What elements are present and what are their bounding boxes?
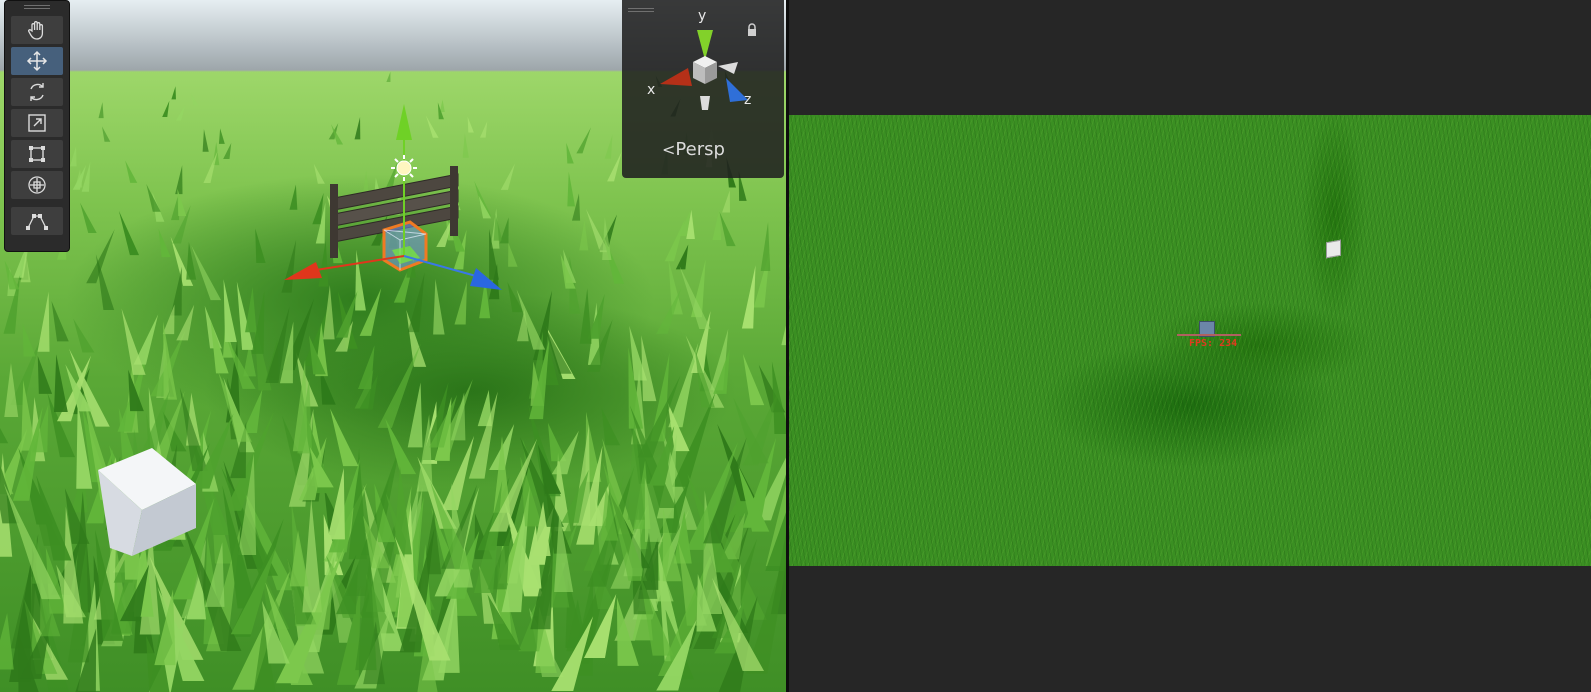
white-cube-object[interactable] bbox=[92, 448, 204, 566]
z-axis-handle bbox=[470, 268, 502, 290]
move-arrows-icon bbox=[26, 50, 48, 72]
y-axis-handle bbox=[396, 104, 412, 140]
persp-chevron-icon: < bbox=[662, 140, 676, 159]
projection-toggle[interactable]: <Persp bbox=[662, 139, 725, 160]
scale-tool-button[interactable] bbox=[11, 109, 63, 137]
hand-tool-button[interactable] bbox=[11, 16, 63, 44]
rotate-tool-button[interactable] bbox=[11, 78, 63, 106]
transform-icon bbox=[28, 176, 46, 194]
transform-tool-button[interactable] bbox=[11, 171, 63, 199]
gizmo-x-cone bbox=[660, 68, 692, 86]
gizmo-grip[interactable] bbox=[628, 4, 654, 16]
move-tool-button[interactable] bbox=[11, 47, 63, 75]
game-white-cube bbox=[1326, 239, 1341, 259]
projection-label: Persp bbox=[675, 139, 725, 160]
game-view[interactable]: FPS: 234 bbox=[789, 0, 1591, 692]
toolbar-grip[interactable] bbox=[5, 1, 69, 13]
scene-view[interactable]: y x z <Persp bbox=[0, 0, 786, 692]
custom-editor-tool-icon bbox=[26, 214, 48, 230]
scale-icon bbox=[28, 114, 46, 132]
player-health-bar bbox=[1177, 334, 1241, 336]
x-axis-handle bbox=[284, 262, 322, 280]
tools-toolbar bbox=[4, 0, 70, 252]
gizmo-y-label: y bbox=[698, 8, 707, 24]
custom-tool-button[interactable] bbox=[11, 207, 63, 235]
game-render-area[interactable]: FPS: 234 bbox=[789, 115, 1591, 566]
move-gizmo[interactable] bbox=[280, 100, 510, 300]
orientation-gizmo-panel: y x z <Persp bbox=[622, 0, 784, 178]
rect-tool-button[interactable] bbox=[11, 140, 63, 168]
rotate-icon bbox=[30, 83, 44, 101]
gizmo-y-cone bbox=[697, 30, 713, 60]
gizmo-z-label: z bbox=[744, 92, 752, 108]
fps-counter: FPS: 234 bbox=[1189, 338, 1238, 349]
light-icon bbox=[391, 155, 417, 181]
rect-transform-icon bbox=[29, 146, 45, 162]
hand-icon bbox=[28, 21, 44, 40]
gizmo-x-label: x bbox=[647, 82, 656, 98]
